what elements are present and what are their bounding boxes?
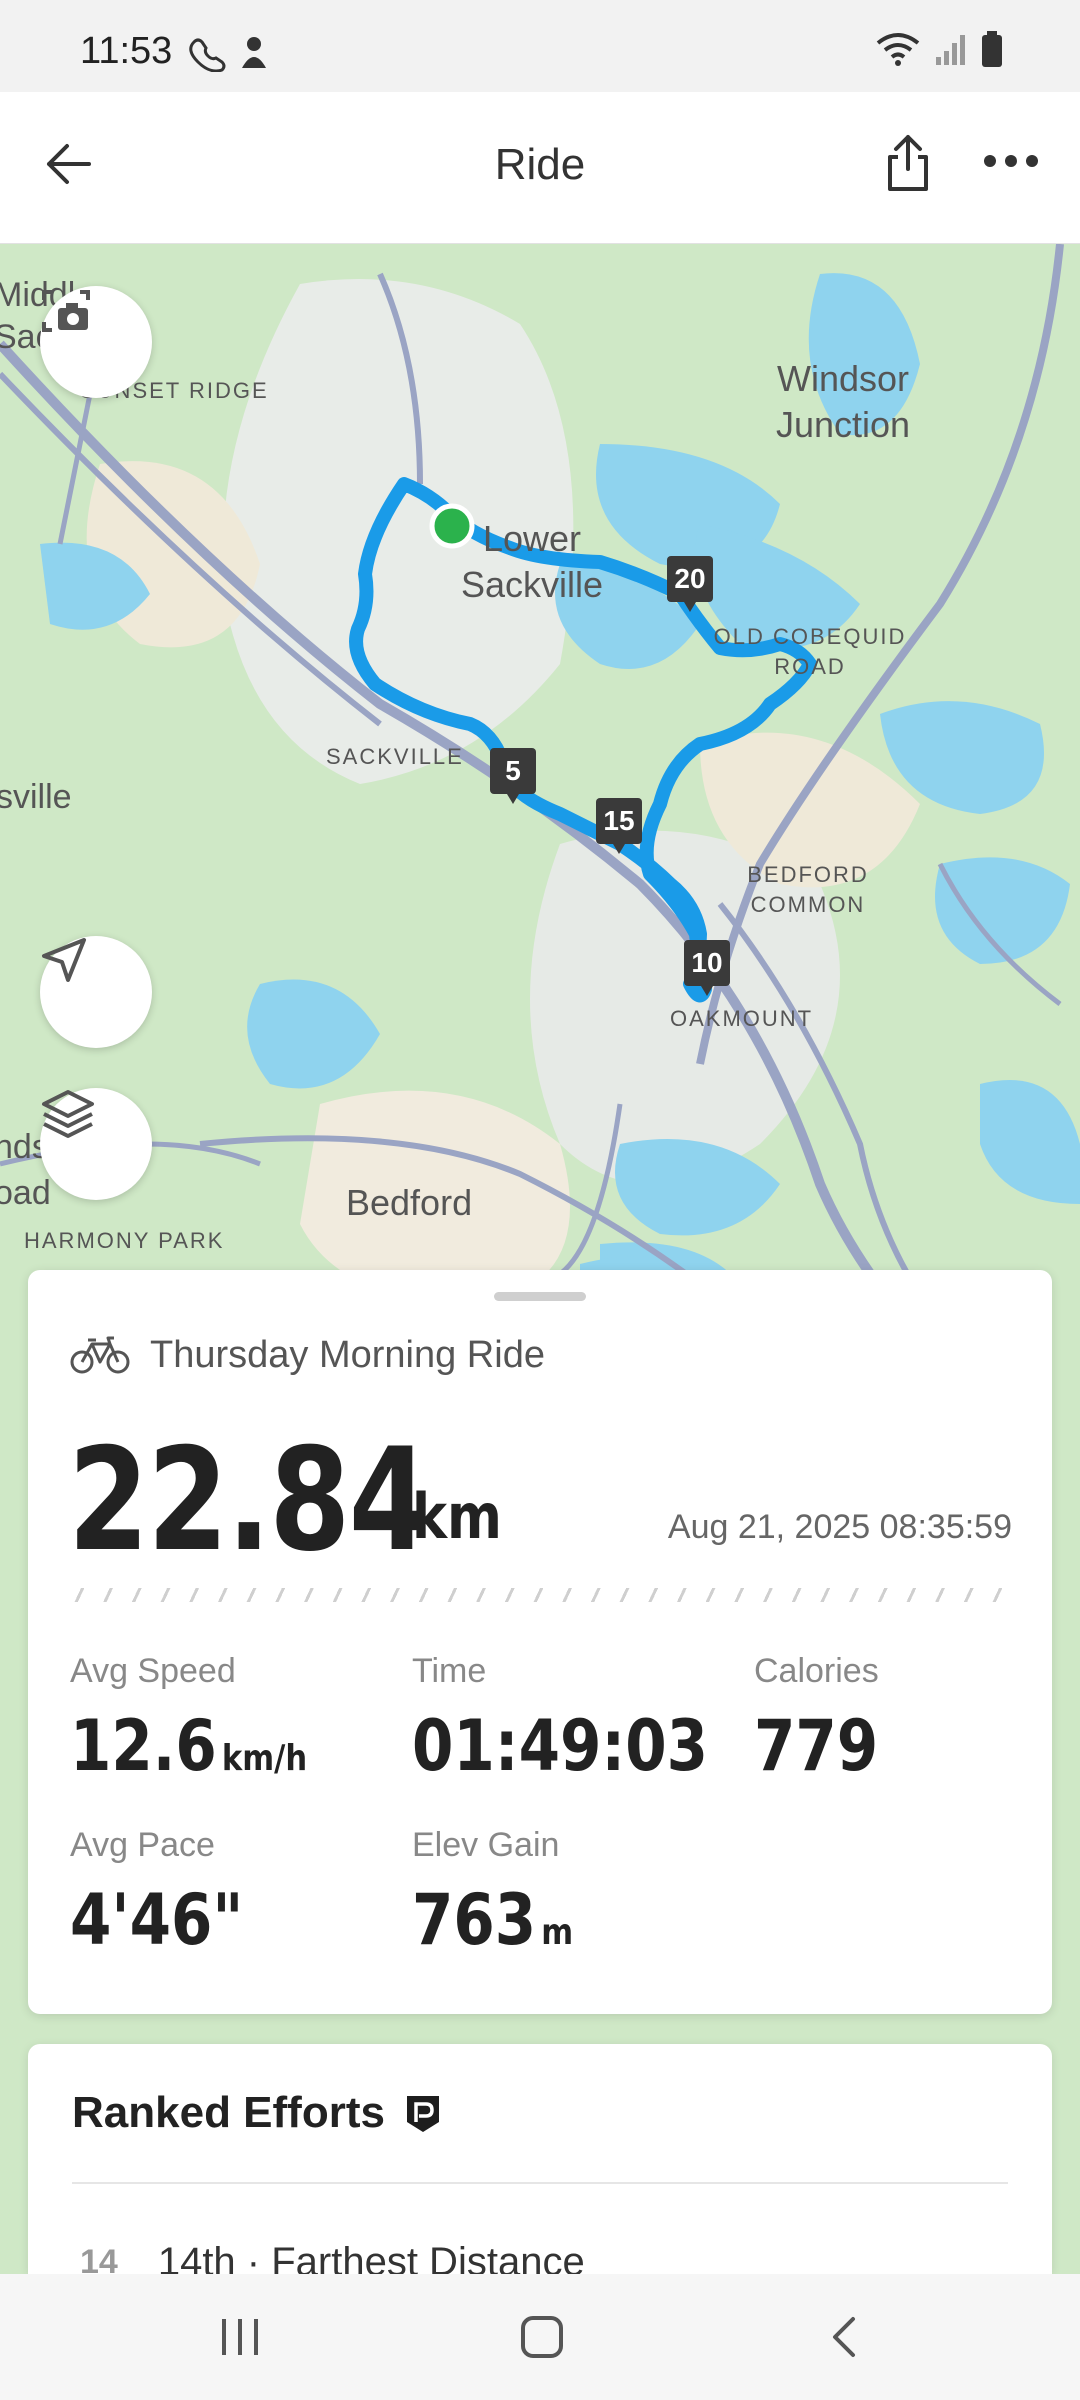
time-value: 01:49:03 (412, 1705, 708, 1787)
layers-icon (42, 1090, 94, 1138)
status-system-icons (876, 30, 1004, 68)
map-label-oakmount: OAKMOUNT (670, 1006, 814, 1031)
stat-value: 763 m (412, 1879, 573, 1961)
share-button[interactable] (876, 128, 940, 198)
map-label-windsor-junction: Windsor Junction (775, 358, 911, 445)
status-time: 11:53 (80, 30, 173, 72)
stat-value: 12.6 km/h (70, 1705, 307, 1787)
map-label-sville: sville (0, 778, 72, 816)
navigation-arrow-icon (42, 938, 86, 982)
avg-speed-value: 12.6 (70, 1705, 217, 1787)
avg-pace-value: 4'46" (70, 1879, 244, 1961)
status-bar: 11:53 (0, 0, 1080, 92)
ranked-efforts-card[interactable]: Ranked Efforts 14 14th · Farthest Distan… (28, 2044, 1052, 2274)
camera-capture-icon (42, 290, 90, 332)
wifi-icon (876, 33, 920, 66)
activity-datetime: Aug 21, 2025 08:35:59 (667, 1508, 1012, 1546)
stat-calories: Calories 779 (754, 1652, 900, 1787)
map-layers-button[interactable] (40, 1088, 152, 1200)
home-icon (521, 2316, 563, 2358)
app-header: Ride (0, 92, 1080, 244)
ranked-effort-rank: 14 (80, 2243, 118, 2274)
stat-label: Calories (754, 1652, 879, 1690)
status-notification-icons (186, 32, 272, 72)
km-marker-5: 5 (490, 748, 536, 804)
km-marker-10: 10 (684, 940, 730, 996)
system-back-button[interactable] (804, 2304, 884, 2370)
avg-speed-unit: km/h (221, 1738, 308, 1779)
calories-value: 779 (754, 1705, 879, 1787)
stat-avg-speed: Avg Speed 12.6 km/h (70, 1652, 349, 1787)
map-label-harmony-park: HARMONY PARK (24, 1228, 225, 1253)
stat-time: Time 01:49:03 (412, 1652, 760, 1787)
elev-gain-value: 763 (412, 1879, 537, 1961)
activity-name: Thursday Morning Ride (150, 1334, 545, 1376)
recent-apps-icon (222, 2319, 258, 2355)
chevron-left-icon (833, 2317, 855, 2357)
activity-summary-card: Thursday Morning Ride 22.84 km Aug 21, 2… (28, 1270, 1052, 2014)
divider (70, 1588, 1010, 1602)
map-label-old-cobequid-road: OLD COBEQUID ROAD (713, 624, 907, 679)
recent-apps-button[interactable] (200, 2304, 280, 2370)
stat-label: Avg Pace (70, 1826, 215, 1864)
ranked-effort-item[interactable]: 14 14th · Farthest Distance (80, 2240, 585, 2274)
ranked-effort-text: 14th · Farthest Distance (157, 2240, 585, 2274)
share-icon (888, 135, 928, 191)
stat-label: Avg Speed (70, 1652, 236, 1690)
more-horizontal-icon (984, 155, 1038, 167)
locate-me-button[interactable] (40, 936, 152, 1048)
home-button[interactable] (502, 2304, 582, 2370)
ranked-badge-icon (406, 2096, 439, 2132)
map-label-lower-sackville: Lower Sackville (460, 518, 604, 605)
divider (72, 2182, 1008, 2184)
distance-value: 22.84 (68, 1418, 430, 1583)
map-label-bedford-common: BEDFORD COMMON (747, 862, 869, 917)
activity-type-row: Thursday Morning Ride (70, 1334, 545, 1377)
screenshot-map-button[interactable] (40, 286, 152, 398)
km-marker-15: 15 (596, 798, 642, 854)
app-notification-icon (242, 37, 266, 68)
bicycle-icon (70, 1336, 130, 1373)
missed-call-icon (189, 38, 226, 72)
stat-label: Time (412, 1652, 487, 1690)
stat-avg-pace: Avg Pace 4'46" (70, 1826, 274, 1961)
ranked-efforts-header: Ranked Efforts (72, 2088, 443, 2138)
elev-gain-unit: m (541, 1912, 574, 1953)
map-label-bedford: Bedford (346, 1182, 473, 1223)
drag-handle[interactable] (494, 1292, 586, 1301)
km-marker-20: 20 (667, 556, 713, 612)
stat-label: Elev Gain (412, 1826, 560, 1864)
ranked-efforts-title: Ranked Efforts (72, 2088, 385, 2137)
more-options-button[interactable] (976, 136, 1046, 186)
distance-unit: km (412, 1480, 502, 1553)
battery-icon (982, 31, 1002, 67)
map-label-sackville: SACKVILLE (326, 744, 464, 769)
system-navigation-bar (0, 2274, 1080, 2400)
stat-elev-gain: Elev Gain 763 m (412, 1826, 602, 1961)
signal-icon (936, 35, 965, 65)
